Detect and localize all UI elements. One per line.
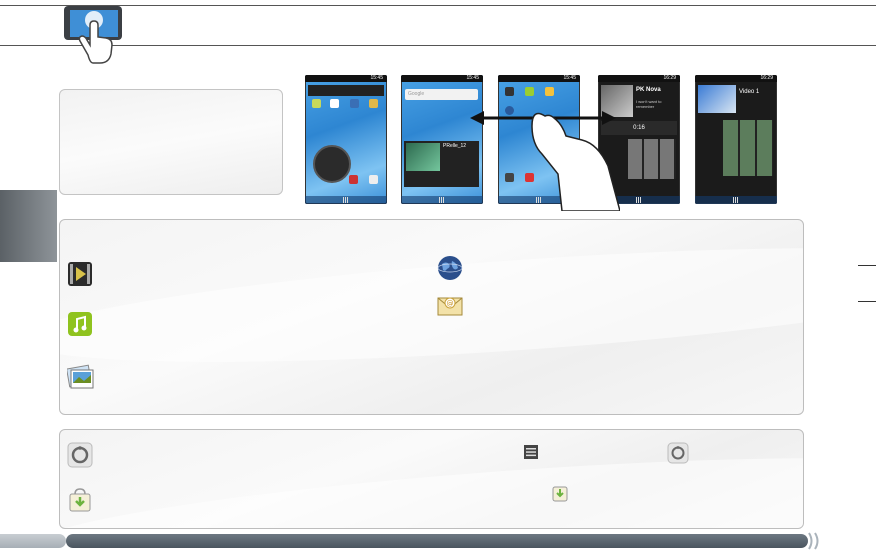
section-side-tab	[0, 190, 57, 262]
app-icon	[369, 175, 378, 184]
status-bar: 15:45	[305, 75, 387, 82]
margin-mark	[858, 301, 876, 302]
song-title: I won't want to remember	[636, 99, 662, 109]
video-grid	[723, 120, 773, 176]
media-widget: PRelle_12	[404, 141, 479, 187]
swipe-gesture	[470, 96, 621, 212]
screenshot-home-1: 15:45	[305, 75, 387, 204]
settings-panel	[59, 429, 804, 529]
video-thumbnail	[698, 85, 736, 113]
album-grid	[628, 139, 676, 179]
footer-chevrons	[806, 531, 826, 551]
footer-tab	[0, 534, 66, 548]
dock	[695, 196, 777, 204]
dock	[305, 196, 387, 204]
search-widget: Google	[405, 89, 478, 100]
footer-bar	[66, 534, 808, 548]
app-icon	[312, 99, 321, 108]
note-box	[59, 89, 283, 195]
browser-globe-icon	[437, 255, 463, 281]
app-icon	[545, 87, 554, 96]
app-icon	[330, 99, 339, 108]
app-icon	[525, 87, 534, 96]
hand-touch-icon	[60, 5, 122, 65]
settings-small-icon	[667, 442, 689, 464]
app-store-small-icon	[551, 482, 569, 502]
header-bottom-rule	[0, 45, 876, 46]
media-thumbnail	[406, 143, 440, 171]
app-icon	[505, 87, 514, 96]
quick-toggle-bar	[308, 85, 384, 96]
clock-widget	[313, 145, 351, 183]
status-bar: 15:45	[498, 75, 580, 82]
media-title: PRelle_12	[443, 143, 467, 149]
status-bar: 16:29	[598, 75, 680, 82]
email-app-icon: @	[437, 293, 463, 319]
app-store-icon	[67, 487, 93, 513]
status-bar: 16:29	[695, 75, 777, 82]
status-bar: 15:45	[401, 75, 483, 82]
photo-app-icon	[66, 364, 95, 392]
music-app-icon	[67, 311, 93, 337]
video-app-icon	[67, 261, 93, 287]
margin-mark	[858, 265, 876, 266]
video-title: Video 1	[739, 89, 760, 95]
svg-text:@: @	[447, 300, 454, 308]
app-icon	[350, 99, 359, 108]
apps-panel	[59, 219, 804, 415]
settings-icon	[67, 442, 93, 468]
menu-icon	[523, 444, 539, 460]
screenshot-video: 16:29 Video 1	[695, 75, 777, 204]
header-top-rule	[0, 5, 876, 6]
app-icon	[349, 175, 358, 184]
playback-time: 0:16	[633, 125, 645, 131]
app-icon	[369, 99, 378, 108]
artist-name: PK Nova	[636, 87, 661, 93]
